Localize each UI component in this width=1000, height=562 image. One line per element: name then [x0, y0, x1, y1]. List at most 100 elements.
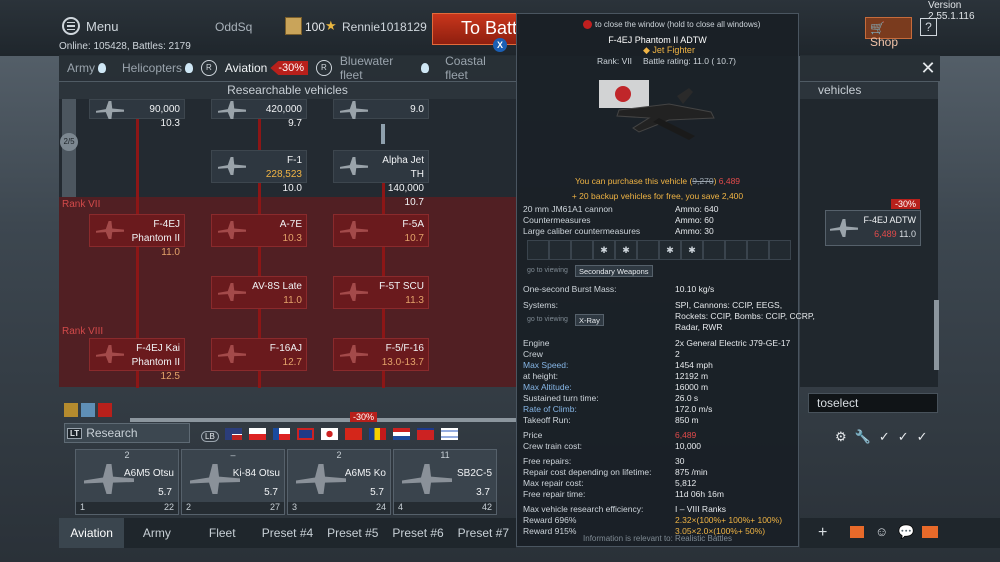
preset-tab-army[interactable]: Army: [124, 518, 189, 548]
vehicle-card[interactable]: 420,000 9.7: [211, 99, 307, 129]
add-icon[interactable]: +: [818, 524, 827, 542]
discount-badge: -30%: [350, 412, 378, 422]
vehicle-tabs: Army Helicopters R Aviation -30% R Bluewa…: [59, 54, 519, 82]
plane-icon: [96, 101, 124, 119]
to-battle-button[interactable]: To Battle: [432, 13, 520, 45]
weapon-icon: ✱: [593, 240, 615, 260]
preset-tab-6[interactable]: Preset #6: [385, 518, 450, 548]
norway-flag-icon[interactable]: [417, 428, 434, 440]
mail-icon[interactable]: [922, 526, 938, 538]
research-button[interactable]: LT Research: [64, 423, 190, 443]
preset-tab-fleet[interactable]: Fleet: [190, 518, 255, 548]
bottom-right-bar: + ☺ 💬: [800, 518, 1000, 548]
vehicle-rank: Rank: VII: [597, 56, 632, 66]
weapon-slots: ✱ ✱ ✱ ✱: [527, 240, 791, 260]
check-icon[interactable]: ✓: [879, 429, 890, 445]
usa-flag-icon[interactable]: [225, 428, 242, 440]
vehicle-card[interactable]: 90,000 10.3: [89, 99, 185, 129]
premium-filter-icon[interactable]: [81, 403, 95, 417]
wrench-icon[interactable]: 🔧: [855, 429, 871, 445]
toselect-field[interactable]: toselect: [808, 393, 938, 413]
crew-slot[interactable]: – Ki-84 Otsu 5.7 2 27: [181, 449, 285, 515]
chat-icon[interactable]: 💬: [898, 524, 914, 540]
vehicle-card-f16aj[interactable]: F-16AJ 12.7: [211, 338, 307, 371]
vehicle-card-f4ej[interactable]: F-4EJ Phantom II 11.0: [89, 214, 185, 258]
shop-button[interactable]: 🛒Shop: [865, 17, 912, 49]
vehicle-card-f4ej-kai[interactable]: F-4EJ Kai Phantom II 12.5: [89, 338, 185, 382]
weapon-icon: ✱: [659, 240, 681, 260]
avatar[interactable]: [285, 17, 302, 35]
star-icon: ★: [325, 18, 337, 33]
discount-filter-icon[interactable]: [98, 403, 112, 417]
czech-flag-icon[interactable]: [273, 428, 290, 440]
israel-flag-icon[interactable]: [441, 428, 458, 440]
plane-icon: [218, 157, 246, 175]
vehicle-card-a7e[interactable]: A-7E 10.3: [211, 214, 307, 247]
vehicle-card-av8s[interactable]: AV-8S Late 11.0: [211, 276, 307, 309]
preset-tab-5[interactable]: Preset #5: [320, 518, 385, 548]
rank-progress-label: 2/5: [60, 133, 78, 151]
china-flag-icon[interactable]: [345, 428, 362, 440]
vehicle-card-f5t[interactable]: F-5T SCU 11.3: [333, 276, 429, 309]
vehicle-card-f5-f16[interactable]: F-5/F-16 13.0-13.7: [333, 338, 429, 371]
vehicle-card-f5a[interactable]: F-5A 10.7: [333, 214, 429, 247]
tab-aviation[interactable]: Aviation -30%: [217, 61, 316, 75]
squad-icon[interactable]: ☺: [875, 524, 888, 539]
plane-icon: [218, 345, 246, 363]
plane-icon: [296, 464, 346, 494]
crew-slot[interactable]: 2 A6M5 Otsu 5.7 1 22: [75, 449, 179, 515]
romania-flag-icon[interactable]: [369, 428, 386, 440]
multi-check-icon[interactable]: ✓: [898, 429, 909, 445]
plane-icon: [830, 219, 858, 237]
help-button[interactable]: ?: [920, 18, 937, 36]
tree-arrow: [381, 124, 385, 144]
tab-army[interactable]: Army: [59, 61, 114, 75]
tree-scrollbar[interactable]: [934, 300, 939, 370]
rank-7-label: Rank VII: [62, 199, 101, 210]
netherlands-flag-icon[interactable]: [393, 428, 410, 440]
preset-tab-aviation[interactable]: Aviation: [59, 518, 125, 548]
tree-header-right: vehicles: [800, 82, 938, 99]
vehicle-type: ◆ Jet Fighter: [643, 45, 695, 55]
xray-button[interactable]: X-Ray: [575, 314, 604, 326]
poland-flag-icon[interactable]: [249, 428, 266, 440]
tab-helicopters[interactable]: Helicopters: [114, 61, 201, 75]
japan-flag-icon[interactable]: [321, 428, 338, 440]
plane-icon: [340, 101, 368, 119]
list-icon[interactable]: [850, 526, 864, 538]
plane-icon: [340, 345, 368, 363]
vehicle-card-alpha-jet[interactable]: Alpha Jet TH 140,000 10.7: [333, 150, 429, 208]
bulb-icon: [185, 63, 194, 73]
uk-flag-icon[interactable]: [297, 428, 314, 440]
close-hint-icon: [583, 20, 592, 29]
close-icon[interactable]: ✕: [918, 58, 938, 78]
gear-icon[interactable]: ⚙: [835, 429, 847, 445]
vehicle-card[interactable]: 9.0: [333, 99, 429, 119]
tab-coastal-fleet[interactable]: Coastal fleet: [437, 54, 519, 82]
version-label: Version 2.55.1.116: [928, 0, 975, 22]
cart-icon: 🛒: [870, 21, 885, 35]
plane-icon: [340, 157, 368, 175]
backup-info: + 20 backup vehicles for free, you save …: [571, 191, 744, 201]
preset-tab-4[interactable]: Preset #4: [255, 518, 320, 548]
plane-icon: [96, 345, 124, 363]
tab-bluewater-fleet[interactable]: Bluewater fleet: [332, 54, 437, 82]
vehicle-card-f4ej-adtw[interactable]: -30% F-4EJ ADTW 6,489 11.0: [825, 199, 921, 246]
bulb-icon: [421, 63, 430, 73]
secondary-weapons-button[interactable]: Secondary Weapons: [575, 265, 653, 277]
crew-slot[interactable]: 11 SB2C-5 3.7 4 42: [393, 449, 497, 515]
rank-filter-icon[interactable]: [64, 403, 78, 417]
preset-tab-7[interactable]: Preset #7: [451, 518, 516, 548]
squad-name[interactable]: OddSq: [215, 20, 252, 34]
crew-slot[interactable]: 2 A6M5 Ko 5.7 3 24: [287, 449, 391, 515]
menu-icon: [62, 17, 80, 35]
discount-badge: -30%: [890, 199, 920, 209]
username[interactable]: Rennie1018129: [342, 20, 427, 34]
vehicle-card-f1[interactable]: F-1 228,523 10.0: [211, 150, 307, 194]
check-icon[interactable]: ✓: [917, 429, 928, 445]
rank-8-label: Rank VIII: [62, 326, 104, 337]
menu-button[interactable]: Menu: [62, 17, 119, 35]
crew-action-icons: ⚙ 🔧 ✓ ✓ ✓: [835, 428, 938, 446]
plane-icon: [340, 221, 368, 239]
shop-label: Shop: [870, 35, 899, 49]
